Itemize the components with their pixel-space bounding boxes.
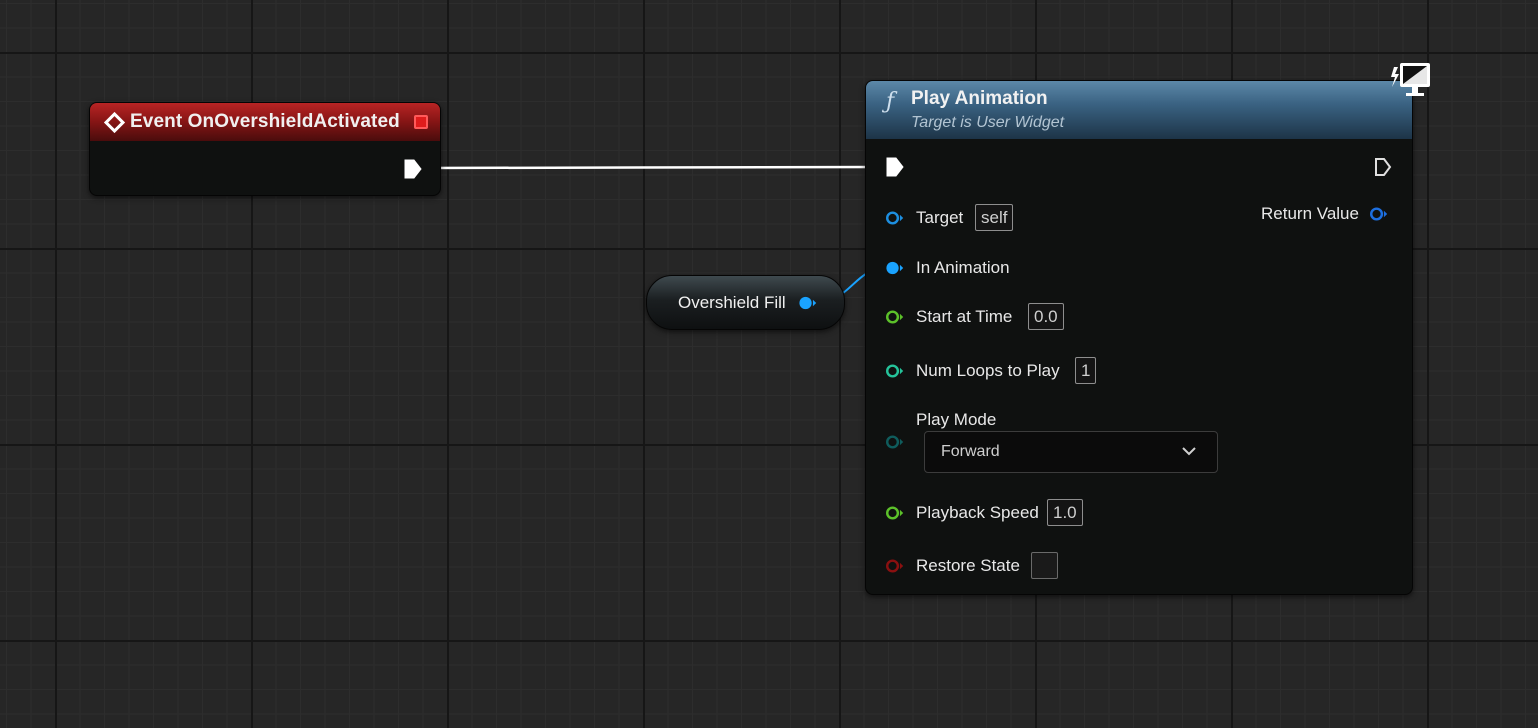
event-node-header[interactable]: Event OnOvershieldActivated [90,103,440,141]
event-node[interactable]: Event OnOvershieldActivated [89,102,441,196]
playback-speed-pin-icon[interactable] [886,504,904,522]
exec-output-pin-icon[interactable] [1374,157,1392,177]
function-icon: ƒ [886,89,895,114]
play-animation-node[interactable]: ƒ Play Animation Target is User Widget T… [865,63,1430,595]
restore-state-pin-icon[interactable] [886,557,904,575]
play-animation-subtitle: Target is User Widget [911,114,1065,131]
playback-speed-label: Playback Speed [916,503,1039,522]
restore-state-checkbox[interactable] [1031,552,1058,579]
playback-speed-value[interactable]: 1.0 [1047,499,1083,526]
target-value[interactable]: self [975,204,1014,231]
play-mode-pin-icon[interactable] [886,433,904,451]
return-value-pin-icon[interactable] [1370,205,1388,223]
exec-wire[interactable] [423,165,877,170]
variable-output-pin-icon[interactable] [799,294,817,312]
play-animation-title: Play Animation [911,88,1048,109]
num-loops-pin-icon[interactable] [886,362,904,380]
return-value-label: Return Value [1261,204,1359,223]
exec-input-pin-icon[interactable] [886,157,904,177]
variable-node-title: Overshield Fill [678,293,786,312]
target-pin-icon[interactable] [886,209,904,227]
stop-icon [414,115,428,129]
monitor-icon [1391,63,1430,96]
event-diamond-icon [103,111,126,133]
play-mode-label: Play Mode [916,410,997,429]
event-node-title: Event OnOvershieldActivated [130,111,400,132]
chevron-down-icon [1182,447,1196,456]
play-mode-selected-value: Forward [941,443,1000,460]
in-animation-pin-icon[interactable] [886,259,904,277]
overshield-fill-variable-node[interactable]: Overshield Fill [646,275,845,330]
start-at-time-pin-icon[interactable] [886,308,904,326]
play-animation-header[interactable]: ƒ Play Animation Target is User Widget [866,63,1430,139]
in-animation-label: In Animation [916,258,1010,277]
target-label: Target [916,208,964,227]
num-loops-value[interactable]: 1 [1075,357,1097,384]
start-at-time-value[interactable]: 0.0 [1028,303,1064,330]
play-mode-dropdown[interactable]: Forward [924,431,1218,473]
exec-output-pin-icon[interactable] [404,159,422,179]
restore-state-label: Restore State [916,556,1020,575]
blueprint-graph-canvas[interactable]: Event OnOvershieldActivated Overshield F… [0,0,1538,728]
start-at-time-label: Start at Time [916,307,1013,326]
num-loops-label: Num Loops to Play [916,361,1060,380]
